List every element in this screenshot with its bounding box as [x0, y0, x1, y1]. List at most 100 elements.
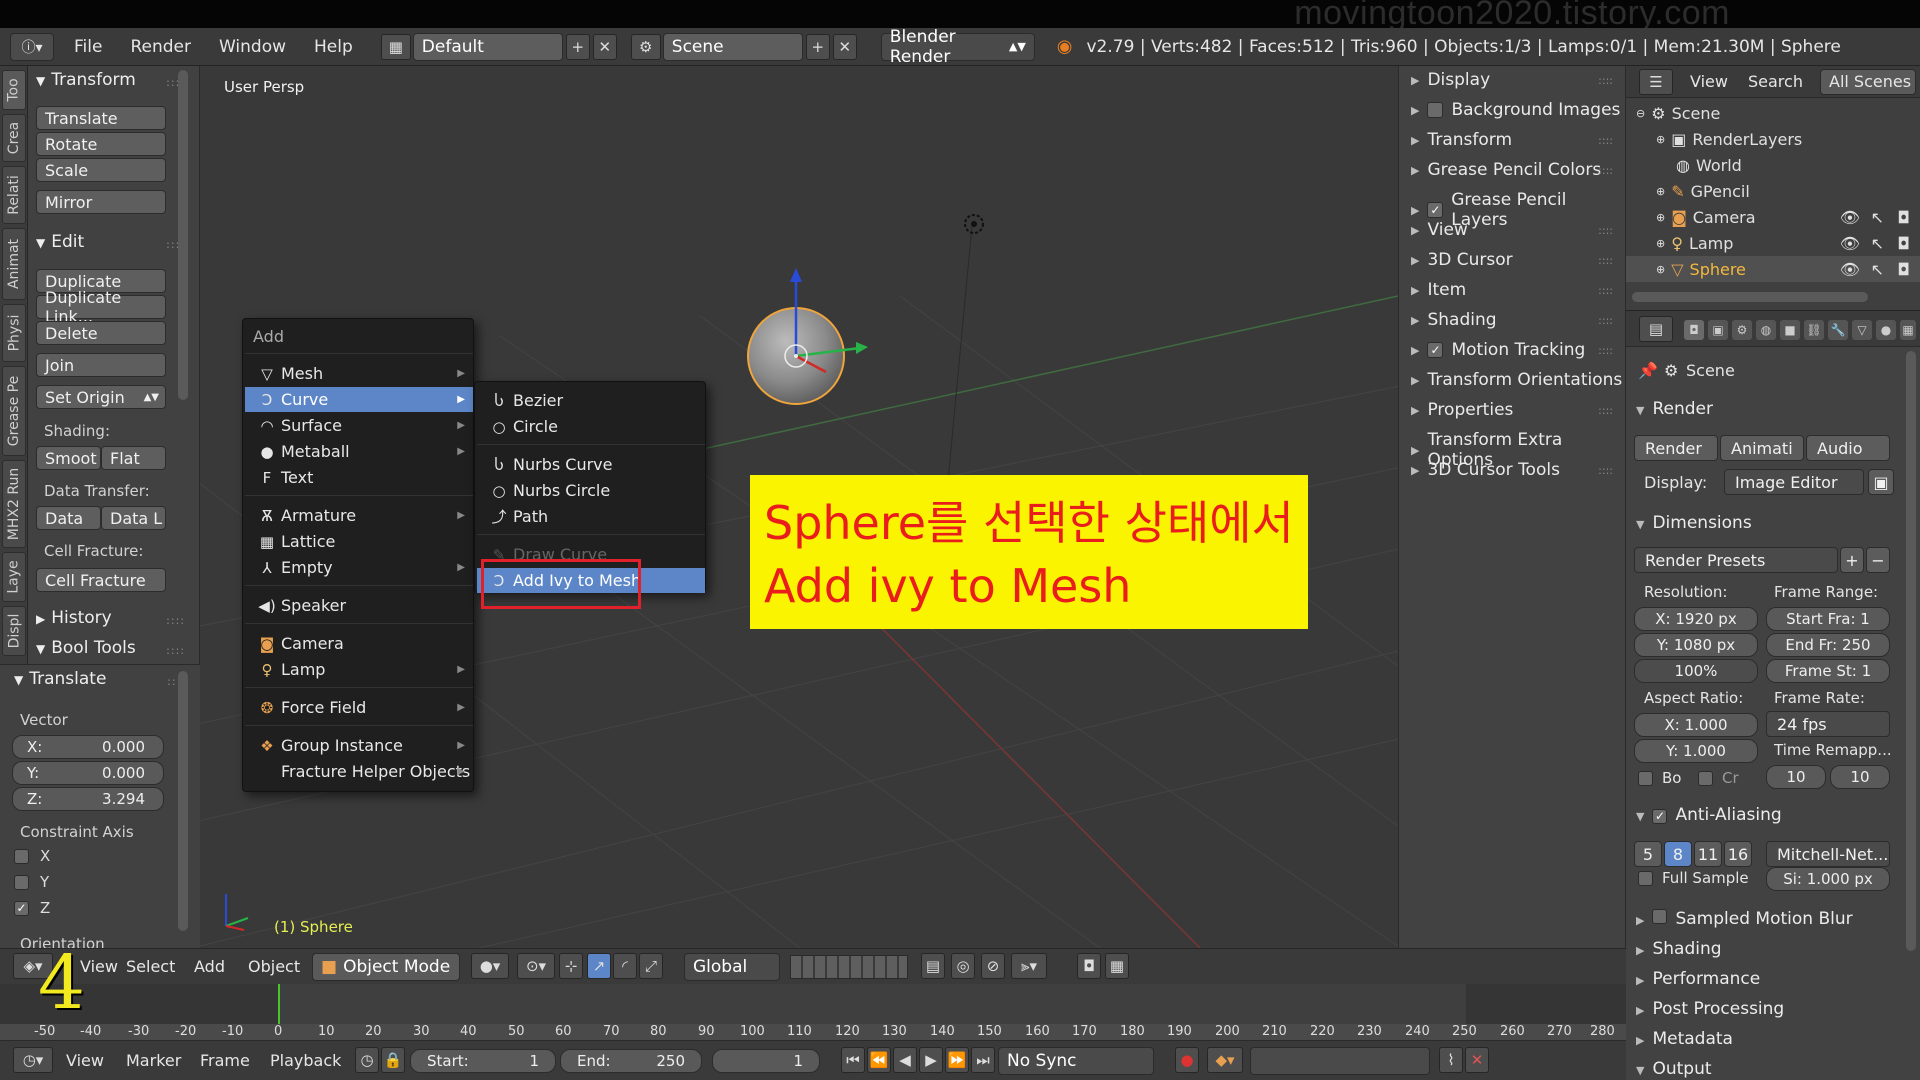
menu-item-empty[interactable]: ⅄ Empty ▶ — [245, 555, 473, 580]
play-icon[interactable]: ▶ — [919, 1047, 943, 1073]
menu-item-lattice[interactable]: ▦ Lattice — [245, 529, 473, 554]
active-keying-set-field[interactable] — [1250, 1047, 1430, 1075]
metadata-section-header[interactable]: ▶ Metadata — [1636, 1029, 1733, 1049]
scale-manipulator-icon[interactable]: ⤢ — [639, 953, 663, 979]
delete-keyframe-icon[interactable]: ✕ — [1465, 1047, 1489, 1073]
n-panel-view[interactable]: ▶ View:::: — [1411, 220, 1625, 240]
menu-item-path[interactable]: ⤴ Path — [477, 504, 705, 529]
data-layout-button[interactable]: Data L — [101, 506, 166, 530]
mode-select[interactable]: ■ Object Mode — [312, 953, 460, 981]
auto-keying-icon[interactable]: ● — [1175, 1047, 1199, 1073]
render-image-button[interactable]: Render — [1634, 435, 1718, 461]
cell-fracture-button[interactable]: Cell Fracture — [36, 568, 166, 592]
preview-range-icon[interactable]: ◷ — [355, 1047, 379, 1073]
timeline-view-menu[interactable]: View — [66, 1051, 104, 1070]
frame-end-field[interactable]: End Fr: 250 — [1766, 633, 1890, 657]
menu-item-group-instance[interactable]: ❖ Group Instance ▶ — [245, 733, 473, 758]
menu-help[interactable]: Help — [300, 37, 367, 57]
data-transfer-button[interactable]: Data — [36, 506, 101, 530]
object-menu[interactable]: Object — [248, 957, 300, 976]
select-menu[interactable]: Select — [126, 957, 175, 976]
display-select[interactable]: Image Editor — [1724, 469, 1864, 495]
remove-scene-icon[interactable]: ✕ — [832, 33, 857, 60]
remap-new-field[interactable]: 10 — [1830, 765, 1890, 789]
resolution-percentage-field[interactable]: 100% — [1634, 659, 1758, 683]
transform-orientation-select[interactable]: Global — [684, 953, 780, 981]
outliner-row-sphere[interactable]: ⊕ ▽ Sphere 👁 ↖ ◘ — [1626, 256, 1920, 282]
render-presets-select[interactable]: Render Presets — [1634, 547, 1838, 573]
vector-x-field[interactable]: X: 0.000 — [12, 735, 164, 759]
remove-preset-icon[interactable]: − — [1866, 547, 1890, 573]
outliner-hscrollbar[interactable] — [1632, 292, 1868, 302]
layout-field[interactable]: Default — [412, 32, 563, 61]
menu-item-circle[interactable]: ○ Circle — [477, 414, 705, 439]
render-layers-tab-icon[interactable]: ▣ — [1708, 320, 1728, 340]
start-frame-field[interactable]: Start: 1 — [410, 1049, 556, 1073]
menu-window[interactable]: Window — [205, 37, 300, 57]
outliner-row-gpencil[interactable]: ⊕ ✎ GPencil — [1626, 178, 1920, 204]
enable-checkbox[interactable]: ✓ — [1427, 342, 1444, 358]
aspect-y-field[interactable]: Y: 1.000 — [1634, 739, 1758, 763]
border-checkbox[interactable] — [1638, 771, 1653, 786]
menu-item-fracture-helper[interactable]: Fracture Helper Objects ▶ — [245, 759, 473, 784]
frame-start-field[interactable]: Start Fra: 1 — [1766, 607, 1890, 631]
motion-blur-checkbox[interactable] — [1652, 909, 1668, 924]
sync-mode-select[interactable]: No Sync — [998, 1047, 1154, 1075]
n-panel-properties[interactable]: ▶ Properties:::: — [1411, 400, 1625, 420]
shade-smooth-button[interactable]: Smoot — [36, 446, 101, 470]
edit-panel-header[interactable]: ▼ Edit — [36, 232, 84, 252]
menu-file[interactable]: File — [60, 37, 116, 57]
select-arrow-icon[interactable]: ↖ — [1871, 234, 1884, 253]
performance-section-header[interactable]: ▶ Performance — [1636, 969, 1760, 989]
outliner-row-renderlayers[interactable]: ⊕ ▣ RenderLayers — [1626, 126, 1920, 152]
snap-element-icon[interactable]: ⫸▾ — [1011, 953, 1047, 979]
render-audio-button[interactable]: Audio — [1806, 435, 1890, 461]
menu-item-armature[interactable]: Ѫ Armature ▶ — [245, 503, 473, 528]
scene-field[interactable]: Scene — [662, 32, 803, 61]
data-tab-icon[interactable]: ▽ — [1852, 320, 1872, 340]
post-processing-section-header[interactable]: ▶ Post Processing — [1636, 999, 1784, 1019]
keying-set-icon[interactable]: ◆▾ — [1207, 1047, 1243, 1073]
tab-layers[interactable]: Laye — [2, 552, 26, 602]
menu-item-nurbs-curve[interactable]: Ⴑ Nurbs Curve — [477, 452, 705, 477]
tab-relations[interactable]: Relati — [2, 166, 26, 224]
viewport-shading-icon[interactable]: ●▾ — [471, 953, 509, 979]
add-layout-icon[interactable]: + — [565, 33, 590, 60]
menu-item-surface[interactable]: ◠ Surface ▶ — [245, 413, 473, 438]
menu-item-force-field[interactable]: ❂ Force Field ▶ — [245, 695, 473, 720]
jump-end-icon[interactable]: ⏭ — [971, 1047, 995, 1073]
pin-icon[interactable]: 📌 — [1638, 361, 1658, 380]
tab-display[interactable]: Displ — [2, 606, 26, 656]
pivot-point-icon[interactable]: ⊙▾ — [517, 953, 555, 979]
opengl-render-anim-icon[interactable]: ▦ — [1105, 953, 1129, 979]
scale-button[interactable]: Scale — [36, 158, 166, 182]
sampled-motion-blur-header[interactable]: ▶ Sampled Motion Blur — [1636, 909, 1853, 929]
menu-item-speaker[interactable]: ◀) Speaker — [245, 593, 473, 618]
insert-keyframe-icon[interactable]: ⌇ — [1439, 1047, 1463, 1073]
shading-section-header[interactable]: ▶ Shading — [1636, 939, 1722, 959]
outliner-filter-select[interactable]: All Scenes — [1820, 69, 1916, 95]
vector-y-field[interactable]: Y: 0.000 — [12, 761, 164, 785]
opengl-render-icon[interactable]: ◘ — [1077, 953, 1101, 979]
scene-browse-icon[interactable]: ⚙ — [630, 33, 661, 60]
layer-lock-icon[interactable]: ▤ — [921, 953, 945, 979]
manipulator-toggle-icon[interactable]: ⊹ — [559, 953, 583, 979]
drag-handle-icon[interactable]: :::: — [166, 614, 185, 627]
outliner-row-scene[interactable]: ⊖ ⚙ Scene — [1626, 100, 1920, 126]
tab-mhx2-runtime[interactable]: MHX2 Run — [2, 460, 26, 548]
tool-shelf-scrollbar[interactable] — [178, 70, 188, 400]
crop-checkbox[interactable] — [1698, 771, 1713, 786]
anti-aliasing-checkbox[interactable]: ✓ — [1652, 809, 1668, 824]
outliner-row-world[interactable]: ◍ World — [1626, 152, 1920, 178]
bool-tools-panel-header[interactable]: ▼ Bool Tools — [36, 638, 136, 658]
view-menu[interactable]: View — [80, 957, 118, 976]
editor-type-outliner-icon[interactable]: ☰ — [1639, 69, 1673, 95]
render-camera-icon[interactable]: ◘ — [1897, 208, 1910, 227]
menu-item-camera[interactable]: ◙ Camera — [245, 631, 473, 656]
delete-button[interactable]: Delete — [36, 321, 166, 345]
menu-item-nurbs-circle[interactable]: ○ Nurbs Circle — [477, 478, 705, 503]
outliner-row-camera[interactable]: ⊕ ◙ Camera 👁 ↖ ◘ — [1626, 204, 1920, 230]
timeline-marker-menu[interactable]: Marker — [126, 1051, 181, 1070]
menu-item-curve[interactable]: Ͻ Curve ▶ — [245, 387, 473, 412]
material-tab-icon[interactable]: ● — [1876, 320, 1896, 340]
